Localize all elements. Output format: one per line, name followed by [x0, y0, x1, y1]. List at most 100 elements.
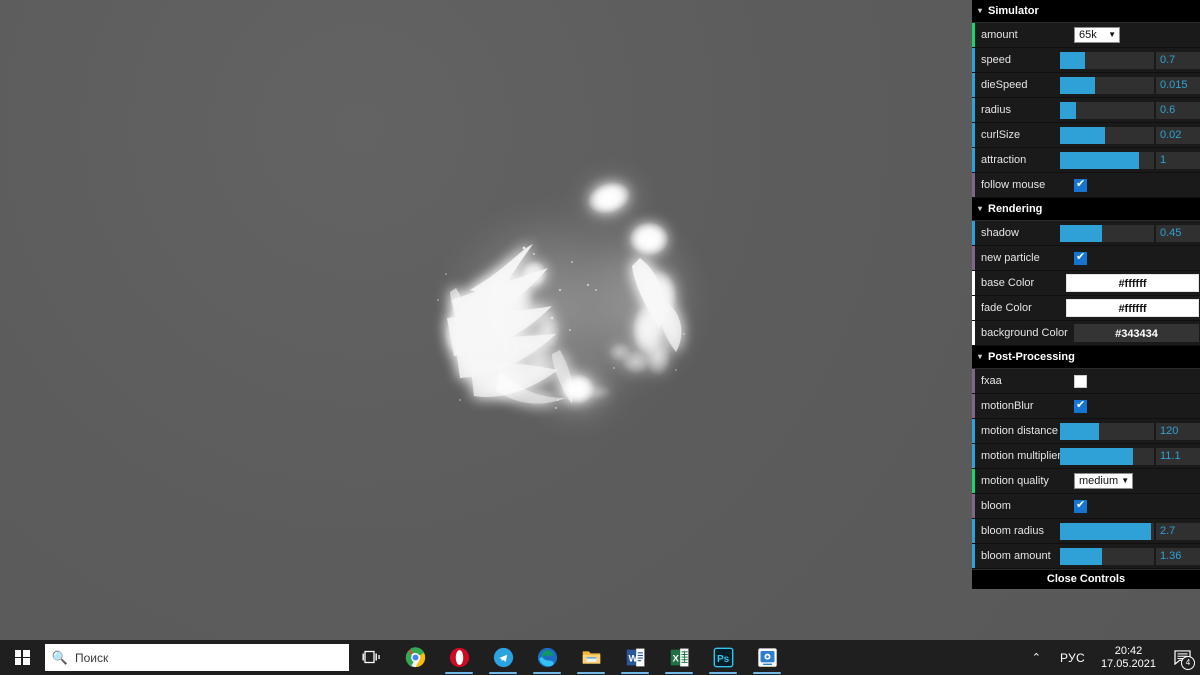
- slider-track[interactable]: [1060, 76, 1154, 94]
- taskbar-app-system-app[interactable]: [745, 640, 789, 675]
- value-field[interactable]: 1.36: [1156, 547, 1200, 565]
- control-label: motion multiplier: [981, 450, 1060, 462]
- value-field[interactable]: 120: [1156, 422, 1200, 440]
- slider-widget: 1.36: [1060, 544, 1200, 568]
- control-label: motion quality: [981, 475, 1049, 487]
- control-label: bloom amount: [981, 550, 1051, 562]
- value-field[interactable]: 1: [1156, 151, 1200, 169]
- search-input[interactable]: 🔍 Поиск: [45, 644, 349, 671]
- control-row-diespeed[interactable]: dieSpeed 0.015: [972, 73, 1200, 98]
- slider-track[interactable]: [1060, 51, 1154, 69]
- row-type-marker: [972, 494, 975, 518]
- control-row-base-color[interactable]: base Color #ffffff: [972, 271, 1200, 296]
- svg-text:W: W: [628, 653, 638, 664]
- control-row-new-particle[interactable]: new particle: [972, 246, 1200, 271]
- checkbox[interactable]: [1074, 499, 1087, 513]
- dat-gui-panel[interactable]: ▾ Simulator amount 65k ▼ speed 0.7 dieSpeed 0.01…: [972, 0, 1200, 589]
- control-row-fxaa[interactable]: fxaa: [972, 369, 1200, 394]
- slider-fill: [1060, 224, 1103, 242]
- control-row-bloom-amount[interactable]: bloom amount 1.36: [972, 544, 1200, 569]
- windows-logo-icon: [14, 650, 30, 665]
- value-field[interactable]: 0.6: [1156, 101, 1200, 119]
- control-row-motion-distance[interactable]: motion distance 120: [972, 419, 1200, 444]
- taskbar-app-adobe-photoshop[interactable]: Ps: [701, 640, 745, 675]
- control-row-attraction[interactable]: attraction 1: [972, 148, 1200, 173]
- taskbar-app-google-chrome[interactable]: [393, 640, 437, 675]
- color-field[interactable]: #343434: [1074, 324, 1199, 342]
- folder-title-post-processing[interactable]: ▾ Post-Processing: [972, 346, 1200, 369]
- system-tray: ⌃ РУС 20:42 17.05.2021 4: [1021, 640, 1200, 675]
- show-hidden-icons-icon[interactable]: ⌃: [1021, 651, 1052, 664]
- slider-track[interactable]: [1060, 447, 1154, 465]
- control-row-curlsize[interactable]: curlSize 0.02: [972, 123, 1200, 148]
- slider-track[interactable]: [1060, 126, 1154, 144]
- control-label: new particle: [981, 252, 1040, 264]
- control-label: shadow: [981, 227, 1019, 239]
- color-field[interactable]: #ffffff: [1066, 274, 1199, 292]
- close-controls-button[interactable]: Close Controls: [972, 569, 1200, 589]
- value-field[interactable]: 0.45: [1156, 224, 1200, 242]
- caret-down-icon: ▾: [978, 352, 983, 361]
- language-indicator[interactable]: РУС: [1052, 651, 1093, 665]
- slider-track[interactable]: [1060, 151, 1154, 169]
- control-row-motion-multiplier[interactable]: motion multiplier 11.1: [972, 444, 1200, 469]
- value-field[interactable]: 0.7: [1156, 51, 1200, 69]
- checkbox[interactable]: [1074, 251, 1087, 265]
- google-chrome-icon: [405, 647, 425, 668]
- control-row-radius[interactable]: radius 0.6: [972, 98, 1200, 123]
- row-type-marker: [972, 444, 975, 468]
- running-indicator: [533, 672, 561, 674]
- control-widget: [1060, 173, 1200, 197]
- value-field[interactable]: 0.02: [1156, 126, 1200, 144]
- checkbox[interactable]: [1074, 399, 1087, 413]
- slider-widget: 0.45: [1060, 221, 1200, 245]
- color-field[interactable]: #ffffff: [1066, 299, 1199, 317]
- slider-track[interactable]: [1060, 224, 1154, 242]
- control-row-motionblur[interactable]: motionBlur: [972, 394, 1200, 419]
- chevron-down-icon: ▼: [1108, 30, 1116, 39]
- taskbar-app-microsoft-edge[interactable]: [525, 640, 569, 675]
- slider-fill: [1060, 422, 1100, 440]
- taskbar-app-microsoft-excel[interactable]: X: [657, 640, 701, 675]
- select-value: medium: [1079, 475, 1119, 487]
- control-widget: 0.02: [1060, 123, 1200, 147]
- taskbar-app-opera[interactable]: [437, 640, 481, 675]
- control-row-bloom-radius[interactable]: bloom radius 2.7: [972, 519, 1200, 544]
- control-label: base Color: [981, 277, 1035, 289]
- control-row-shadow[interactable]: shadow 0.45: [972, 221, 1200, 246]
- select-dropdown[interactable]: 65k ▼: [1074, 27, 1120, 43]
- checkbox[interactable]: [1074, 178, 1087, 192]
- control-row-motion-quality[interactable]: motion quality medium ▼: [972, 469, 1200, 494]
- taskbar-app-file-explorer[interactable]: [569, 640, 613, 675]
- value-field[interactable]: 11.1: [1156, 447, 1200, 465]
- control-row-speed[interactable]: speed 0.7: [972, 48, 1200, 73]
- control-row-background-color[interactable]: background Color #343434: [972, 321, 1200, 346]
- slider-track[interactable]: [1060, 101, 1154, 119]
- task-view-button[interactable]: [349, 640, 393, 675]
- value-field[interactable]: 0.015: [1156, 76, 1200, 94]
- notification-center-button[interactable]: 4: [1164, 640, 1200, 675]
- control-label: speed: [981, 54, 1011, 66]
- control-label: fade Color: [981, 302, 1032, 314]
- slider-track[interactable]: [1060, 422, 1154, 440]
- clock[interactable]: 20:42 17.05.2021: [1093, 645, 1164, 671]
- search-placeholder: Поиск: [75, 650, 109, 665]
- taskbar-app-telegram[interactable]: [481, 640, 525, 675]
- slider-track[interactable]: [1060, 522, 1154, 540]
- folder-title-simulator[interactable]: ▾ Simulator: [972, 0, 1200, 23]
- control-row-fade-color[interactable]: fade Color #ffffff: [972, 296, 1200, 321]
- value-field[interactable]: 2.7: [1156, 522, 1200, 540]
- folder-title-rendering[interactable]: ▾ Rendering: [972, 198, 1200, 221]
- select-dropdown[interactable]: medium ▼: [1074, 473, 1134, 489]
- taskbar-app-microsoft-word[interactable]: W: [613, 640, 657, 675]
- start-button[interactable]: [0, 640, 44, 675]
- control-row-follow-mouse[interactable]: follow mouse: [972, 173, 1200, 198]
- control-label: fxaa: [981, 375, 1002, 387]
- slider-widget: 2.7: [1060, 519, 1200, 543]
- slider-track[interactable]: [1060, 547, 1154, 565]
- control-row-bloom[interactable]: bloom: [972, 494, 1200, 519]
- task-view-icon: [362, 650, 380, 664]
- control-row-amount[interactable]: amount 65k ▼: [972, 23, 1200, 48]
- caret-down-icon: ▾: [978, 204, 983, 213]
- checkbox[interactable]: [1074, 374, 1087, 388]
